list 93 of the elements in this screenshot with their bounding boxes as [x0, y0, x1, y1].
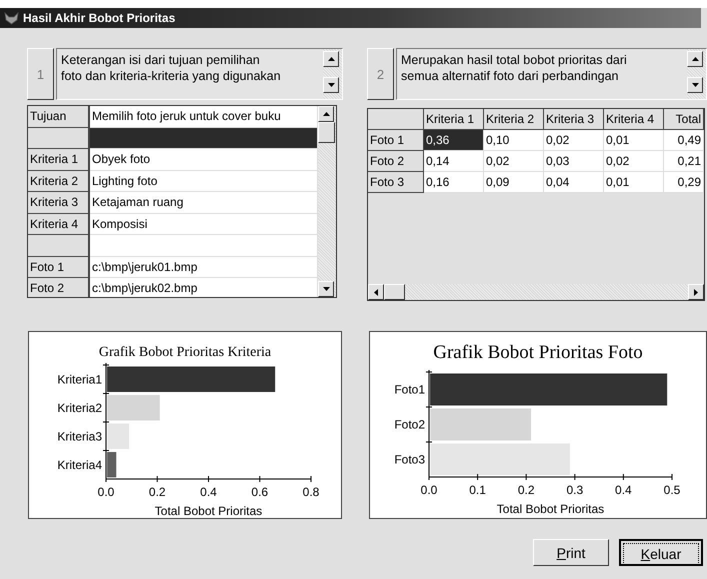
table-cell[interactable]: 0,02: [604, 151, 664, 172]
table-cell[interactable]: [90, 235, 318, 256]
tick-label: 0.0: [98, 485, 114, 499]
arrow-down-icon: [328, 83, 334, 87]
table-cell[interactable]: Ketajaman ruang: [90, 192, 318, 214]
table-cell[interactable]: 0,04: [544, 172, 604, 193]
category-label: Foto2: [394, 418, 425, 432]
table-cell[interactable]: 0,36: [424, 130, 484, 151]
table-cell[interactable]: Komposisi: [90, 214, 318, 235]
vertical-scrollbar[interactable]: [687, 49, 706, 99]
memo-text-line: semua alternatif foto dari perbandingan: [401, 68, 620, 84]
table-cell[interactable]: 0,16: [424, 172, 484, 193]
scroll-down-button[interactable]: [323, 77, 339, 93]
column-header: Kriteria 1: [424, 109, 484, 130]
table-cell[interactable]: 0,01: [604, 172, 664, 193]
description-memo[interactable]: Keterangan isi dari tujuan pemilihan foto dan kriteria-kriteria yang digunakan: [56, 48, 343, 100]
category-label: Kriteria3: [57, 429, 102, 444]
scroll-down-button[interactable]: [687, 77, 703, 93]
category-label: Kriteria2: [57, 400, 102, 415]
arrow-down-icon: [322, 287, 330, 291]
tick-label: 0.5: [664, 483, 680, 497]
vertical-scrollbar[interactable]: [318, 106, 336, 297]
window-title: Hasil Akhir Bobot Prioritas: [23, 11, 176, 25]
table-cell[interactable]: 0,21: [664, 151, 704, 172]
column-header: Kriteria 2: [484, 109, 544, 130]
table-cell[interactable]: 0,49: [664, 130, 704, 151]
table-cell[interactable]: c:\bmp\jeruk02.bmp: [90, 278, 318, 297]
tick-label: 0.1: [469, 483, 486, 497]
row-header-cell: Foto 3: [368, 172, 424, 193]
tick-label: 0.4: [615, 483, 632, 497]
table-cell[interactable]: 0,09: [484, 172, 544, 193]
row-header-cell: Kriteria 4: [28, 214, 90, 235]
scroll-up-button[interactable]: [323, 51, 339, 67]
column-header: Kriteria 3: [544, 109, 604, 130]
column-header: Kriteria 4: [604, 109, 664, 130]
scroll-left-button[interactable]: [368, 284, 384, 300]
column-header: Total: [664, 109, 704, 130]
scroll-up-button[interactable]: [318, 106, 334, 122]
row-header-cell: Kriteria 2: [28, 170, 90, 192]
tick-label: 0.4: [200, 485, 217, 499]
arrow-down-icon: [692, 83, 698, 87]
scrollbar-thumb[interactable]: [384, 284, 405, 300]
table-cell[interactable]: 0,14: [424, 151, 484, 172]
table-cell[interactable]: 0,02: [484, 151, 544, 172]
row-header-cell: Kriteria 3: [28, 192, 90, 214]
chart-title: Grafik Bobot Prioritas Foto: [433, 342, 643, 363]
arrow-up-icon: [328, 57, 334, 61]
tick-label: 0.2: [148, 485, 166, 499]
arrow-left-icon: [374, 288, 378, 296]
tick-label: 0.2: [518, 483, 535, 497]
row-header-cell: Kriteria 1: [28, 149, 90, 170]
table-cell[interactable]: c:\bmp\jeruk01.bmp: [90, 256, 318, 278]
table-cell[interactable]: 0,29: [664, 172, 704, 193]
row-header-cell: Foto 1: [28, 256, 90, 278]
category-label: Kriteria4: [57, 458, 102, 472]
memo-text-line: foto dan kriteria-kriteria yang digunakan: [61, 68, 282, 84]
table-cell[interactable]: 0,10: [484, 130, 544, 151]
scrollbar-thumb[interactable]: [318, 122, 335, 143]
category-label: Foto1: [394, 382, 425, 396]
row-header-cell: Tujuan: [28, 106, 90, 128]
table-cell[interactable]: 0,02: [544, 130, 604, 151]
scroll-right-button[interactable]: [688, 284, 704, 300]
tick-label: 0.3: [566, 483, 584, 497]
memo-text-line: Merupakan hasil total bobot prioritas dari: [401, 52, 628, 68]
tick-label: 0.8: [302, 485, 320, 499]
axis-label: Total Bobot Prioritas: [154, 504, 262, 518]
dialog-button[interactable]: Keluar: [619, 539, 703, 566]
chart-title: Grafik Bobot Prioritas Kriteria: [98, 345, 272, 360]
table-cell[interactable]: Obyek foto: [90, 149, 318, 170]
row-header-cell: Foto 1: [368, 130, 424, 151]
vertical-scrollbar[interactable]: [323, 49, 342, 99]
horizontal-scrollbar[interactable]: [368, 284, 704, 300]
category-label: Foto3: [394, 452, 425, 466]
row-header-cell: Foto 2: [368, 151, 424, 172]
axis-label: Total Bobot Prioritas: [496, 502, 604, 516]
table-cell[interactable]: 0,01: [604, 130, 664, 151]
row-header-cell: Foto 2: [28, 278, 90, 297]
table-cell[interactable]: Lighting foto: [90, 170, 318, 192]
tick-label: 0.6: [251, 485, 268, 499]
arrow-up-icon: [692, 57, 698, 61]
table-cell[interactable]: [90, 128, 318, 149]
arrow-right-icon: [694, 288, 698, 296]
description-memo[interactable]: Merupakan hasil total bobot prioritas dari semua alternatif foto dari perbandingan: [396, 48, 707, 100]
tick-label: 0.0: [420, 483, 438, 497]
cat-icon: [4, 12, 19, 24]
memo-text-line: Keterangan isi dari tujuan pemilihan: [61, 52, 261, 68]
scroll-down-button[interactable]: [318, 281, 334, 297]
scroll-up-button[interactable]: [687, 51, 703, 67]
table-cell[interactable]: Memilih foto jeruk untuk cover buku: [90, 106, 318, 128]
category-label: Kriteria1: [57, 372, 102, 386]
dialog-button[interactable]: Print: [533, 539, 609, 566]
arrow-up-icon: [322, 112, 330, 116]
table-cell[interactable]: 0,03: [544, 151, 604, 172]
